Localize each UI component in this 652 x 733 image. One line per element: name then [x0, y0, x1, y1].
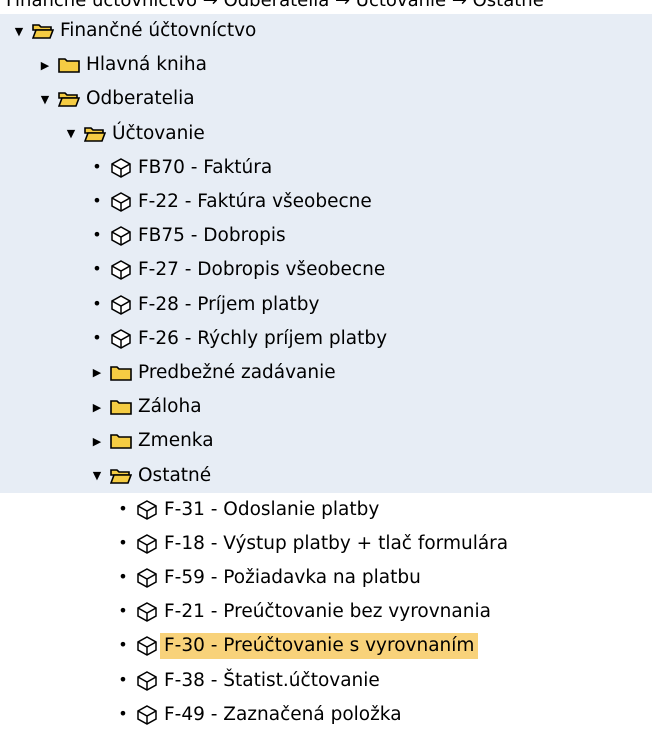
tree-folder-row[interactable]: ▶ Záloha: [0, 390, 652, 425]
bullet-icon: •: [118, 567, 128, 587]
transaction-cube-icon: [134, 670, 160, 692]
tree-item-label[interactable]: Finančné účtovníctvo: [56, 18, 260, 44]
collapse-toggle-icon[interactable]: ▼: [60, 127, 82, 140]
tree-item-label[interactable]: Záloha: [134, 394, 206, 420]
tree-folder-row[interactable]: ▶ Zmenka: [0, 424, 652, 459]
tree-item-label[interactable]: F-21 - Preúčtovanie bez vyrovnania: [160, 599, 495, 625]
expand-toggle-icon[interactable]: ▶: [86, 435, 108, 448]
tree-item-label[interactable]: Hlavná kniha: [82, 52, 211, 78]
folder-icon: [108, 396, 134, 418]
tree-folder-row[interactable]: ▶ Predbežné zadávanie: [0, 355, 652, 391]
tree-item-label[interactable]: F-18 - Výstup platby + tlač formulára: [160, 531, 512, 557]
bullet-icon: •: [118, 532, 128, 552]
bullet-icon: •: [118, 635, 128, 655]
collapse-toggle-icon[interactable]: ▼: [8, 25, 30, 38]
bullet-icon: •: [118, 498, 128, 518]
transaction-cube-icon: [108, 294, 134, 316]
expand-toggle-icon[interactable]: ▶: [34, 59, 56, 72]
tree-transaction-row[interactable]: • F-30 - Preúčtovanie s vyrovnaním: [0, 629, 652, 664]
menu-tree: ▼ Finančné účtovníctvo ▶ Hlavná kniha ▼ Odber…: [0, 14, 652, 732]
tree-item-label[interactable]: FB75 - Dobropis: [134, 223, 290, 249]
tree-item-label[interactable]: F-22 - Faktúra všeobecne: [134, 189, 376, 215]
tree-folder-row[interactable]: ▼ Ostatné: [0, 458, 652, 493]
tree-transaction-row[interactable]: • F-26 - Rýchly príjem platby: [0, 321, 652, 356]
tree-item-label[interactable]: F-59 - Požiadavka na platbu: [160, 565, 425, 591]
tree-item-label[interactable]: FB70 - Faktúra: [134, 155, 276, 181]
transaction-cube-icon: [108, 259, 134, 281]
collapse-toggle-icon[interactable]: ▼: [86, 469, 108, 482]
tree-folder-row[interactable]: ▼ Účtovanie: [0, 116, 652, 151]
bullet-icon: •: [92, 225, 102, 245]
breadcrumb: Finančné účtovníctvo → Odberatelia → Účt…: [6, 0, 544, 11]
transaction-cube-icon: [108, 225, 134, 247]
collapse-toggle-icon[interactable]: ▼: [34, 93, 56, 106]
tree-transaction-row[interactable]: • F-59 - Požiadavka na platbu: [0, 561, 652, 596]
transaction-cube-icon: [134, 499, 160, 521]
tree-transaction-row[interactable]: • FB70 - Faktúra: [0, 150, 652, 185]
tree-transaction-row[interactable]: • F-38 - Štatist.účtovanie: [0, 663, 652, 698]
transaction-cube-icon: [108, 328, 134, 350]
transaction-cube-icon: [134, 704, 160, 726]
transaction-cube-icon: [108, 191, 134, 213]
tree-item-label[interactable]: Zmenka: [134, 428, 218, 454]
tree-item-label[interactable]: Predbežné zadávanie: [134, 360, 340, 386]
bullet-icon: •: [92, 259, 102, 279]
transaction-cube-icon: [134, 567, 160, 589]
transaction-cube-icon: [134, 601, 160, 623]
tree-transaction-row[interactable]: • F-21 - Preúčtovanie bez vyrovnania: [0, 595, 652, 630]
open-folder-icon: [108, 465, 134, 487]
folder-icon: [108, 430, 134, 452]
folder-icon: [108, 362, 134, 384]
bullet-icon: •: [92, 156, 102, 176]
transaction-cube-icon: [134, 635, 160, 657]
tree-item-label[interactable]: F-49 - Zaznačená položka: [160, 702, 406, 728]
tree-transaction-row[interactable]: • FB75 - Dobropis: [0, 219, 652, 254]
tree-item-label[interactable]: Ostatné: [134, 463, 215, 489]
tree-item-label[interactable]: F-27 - Dobropis všeobecne: [134, 257, 389, 283]
bullet-icon: •: [118, 669, 128, 689]
folder-icon: [56, 54, 82, 76]
expand-toggle-icon[interactable]: ▶: [86, 401, 108, 414]
transaction-cube-icon: [108, 157, 134, 179]
tree-transaction-row[interactable]: • F-28 - Príjem platby: [0, 287, 652, 322]
transaction-cube-icon: [134, 533, 160, 555]
tree-folder-row[interactable]: ▼ Finančné účtovníctvo: [0, 14, 652, 49]
tree-transaction-row[interactable]: • F-27 - Dobropis všeobecne: [0, 253, 652, 288]
tree-transaction-row[interactable]: • F-18 - Výstup platby + tlač formulára: [0, 526, 652, 561]
tree-folder-row[interactable]: ▼ Odberatelia: [0, 82, 652, 117]
bullet-icon: •: [118, 601, 128, 621]
tree-item-label[interactable]: F-30 - Preúčtovanie s vyrovnaním: [160, 633, 479, 660]
tree-transaction-row[interactable]: • F-31 - Odoslanie platby: [0, 492, 652, 527]
bullet-icon: •: [92, 293, 102, 313]
bullet-icon: •: [92, 327, 102, 347]
tree-item-label[interactable]: F-38 - Štatist.účtovanie: [160, 668, 384, 694]
bullet-icon: •: [92, 191, 102, 211]
tree-item-label[interactable]: F-31 - Odoslanie platby: [160, 497, 383, 523]
tree-folder-row[interactable]: ▶ Hlavná kniha: [0, 48, 652, 83]
tree-item-label[interactable]: Účtovanie: [108, 121, 209, 147]
tree-transaction-row[interactable]: • F-49 - Zaznačená položka: [0, 697, 652, 732]
tree-item-label[interactable]: F-26 - Rýchly príjem platby: [134, 326, 391, 352]
expand-toggle-icon[interactable]: ▶: [86, 366, 108, 379]
bullet-icon: •: [118, 703, 128, 723]
open-folder-icon: [56, 88, 82, 110]
open-folder-icon: [82, 123, 108, 145]
open-folder-icon: [30, 20, 56, 42]
tree-item-label[interactable]: F-28 - Príjem platby: [134, 292, 323, 318]
tree-item-label[interactable]: Odberatelia: [82, 86, 199, 112]
tree-transaction-row[interactable]: • F-22 - Faktúra všeobecne: [0, 184, 652, 220]
